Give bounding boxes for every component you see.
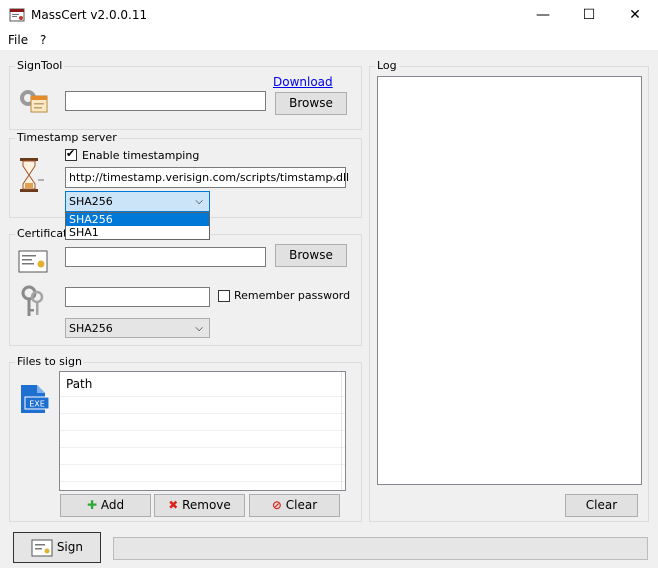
menu-help[interactable]: ? (40, 33, 46, 47)
list-item (60, 431, 345, 448)
hourglass-icon (18, 157, 46, 193)
menu-file[interactable]: File (8, 33, 28, 47)
menu-bar (0, 31, 658, 50)
timestamp-url-value: http://timestamp.verisign.com/scripts/ti… (69, 171, 350, 184)
files-list-header-path[interactable]: Path (60, 372, 345, 397)
timestamp-hash-value: SHA256 (69, 195, 113, 208)
list-column-divider (341, 372, 342, 490)
list-item (60, 414, 345, 431)
enable-timestamping-label: Enable timestamping (82, 149, 200, 162)
hash-option-sha1[interactable]: SHA1 (66, 226, 209, 239)
clear-files-label: Clear (285, 498, 318, 512)
close-button[interactable]: ✕ (612, 0, 658, 31)
maximize-button[interactable]: ☐ (566, 0, 612, 31)
signtool-group-label: SignTool (15, 59, 65, 72)
remove-label: Remove (182, 498, 231, 512)
timestamp-url-combo[interactable]: http://timestamp.verisign.com/scripts/ti… (65, 167, 350, 188)
chevron-down-icon: ⌵ (195, 196, 203, 207)
add-label: Add (100, 498, 125, 512)
list-item (60, 397, 345, 414)
remember-password-label: Remember password (234, 289, 351, 302)
close-icon: ✕ (629, 7, 641, 23)
certificate-browse-button[interactable]: Browse (275, 244, 347, 267)
timestamp-group-label: Timestamp server (15, 131, 119, 144)
remember-password-checkbox[interactable] (218, 290, 230, 302)
minimize-button[interactable]: — (520, 0, 566, 31)
list-item (60, 448, 345, 465)
add-button[interactable]: ✚ Add (60, 494, 151, 517)
download-link[interactable]: Download (273, 75, 333, 89)
keys-icon (20, 285, 46, 319)
sign-icon (31, 539, 53, 557)
minimize-icon: — (536, 7, 550, 23)
certificate-hash-combo[interactable]: SHA256 ⌵ (65, 318, 210, 338)
svg-text:EXE: EXE (29, 400, 45, 409)
hash-dropdown-list: SHA256 SHA1 (65, 212, 210, 240)
clear-log-button[interactable]: Clear (565, 494, 638, 517)
exe-file-icon: EXE (19, 384, 50, 414)
gear-settings-icon (17, 84, 49, 116)
list-item (60, 465, 345, 482)
chevron-down-icon: ⌵ (195, 323, 203, 334)
signtool-browse-button[interactable]: Browse (275, 92, 347, 115)
log-group-label: Log (375, 59, 399, 72)
certificate-password-input[interactable] (65, 287, 210, 307)
log-textarea[interactable] (377, 76, 642, 485)
enable-timestamping-checkbox[interactable]: ✔ (65, 147, 77, 161)
certificate-hash-value: SHA256 (69, 322, 113, 335)
check-icon: ✔ (66, 147, 76, 160)
files-list[interactable]: Path (59, 371, 346, 491)
certificate-group-label: Certificate (15, 227, 67, 240)
timestamp-hash-combo[interactable]: SHA256 ⌵ (65, 191, 210, 212)
no-entry-icon: ⊘ (271, 498, 282, 512)
clear-files-button[interactable]: ⊘ Clear (249, 494, 340, 517)
remove-icon: ✖ (168, 498, 179, 512)
remove-button[interactable]: ✖ Remove (154, 494, 245, 517)
sign-button[interactable]: Sign (13, 532, 101, 563)
certificate-path-input[interactable] (65, 247, 266, 267)
signtool-path-input[interactable] (65, 91, 266, 111)
sign-label: Sign (56, 540, 83, 554)
add-icon: ✚ (86, 498, 97, 512)
progress-bar (113, 537, 648, 560)
maximize-icon: ☐ (582, 7, 596, 23)
window-title: MassCert v2.0.0.11 (31, 8, 148, 22)
files-group-label: Files to sign (15, 355, 84, 368)
chevron-down-icon: ⌵ (331, 172, 339, 183)
hash-option-sha256[interactable]: SHA256 (66, 213, 209, 226)
app-icon (9, 8, 25, 22)
certificate-icon (18, 249, 48, 275)
